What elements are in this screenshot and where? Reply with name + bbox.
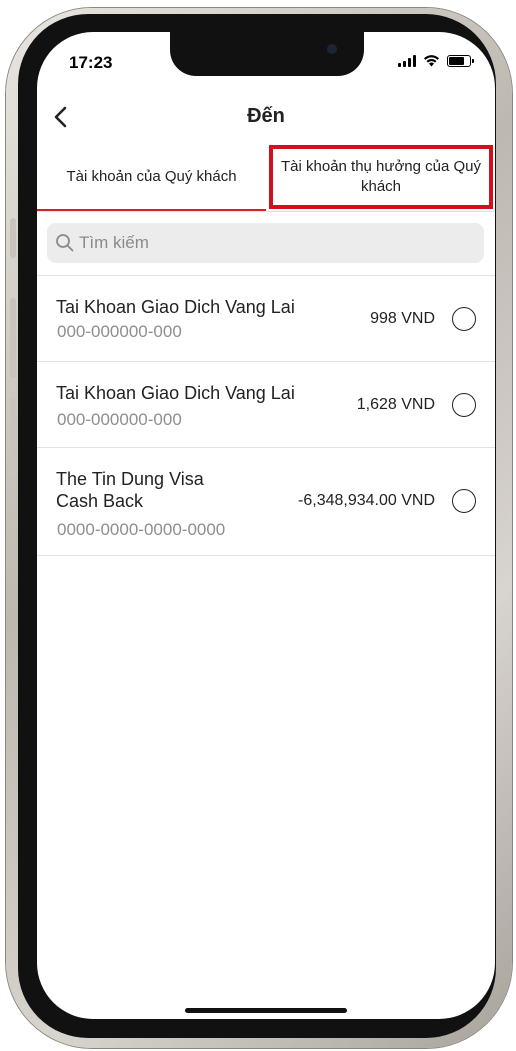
nav-bar: Đến [37,96,495,136]
account-balance: -6,348,934.00 VND [298,492,435,509]
tab-beneficiary-accounts[interactable]: Tài khoản thụ hưởng của Quý khách [269,145,493,209]
status-icons [398,54,474,67]
home-indicator [185,1008,347,1013]
account-number: 000-000000-000 [57,322,182,341]
account-balance: 1,628 VND [356,396,435,413]
battery-icon [447,54,474,67]
search-bar[interactable] [47,223,484,263]
account-row[interactable]: Tai Khoan Giao Dich Vang Lai 000-000000-… [37,276,495,362]
search-input[interactable] [79,233,459,253]
mute-switch [10,218,16,258]
notch [170,32,364,76]
volume-down-button [10,398,16,478]
search-icon [56,234,74,252]
camera-dot [327,44,337,54]
tab-own-accounts[interactable]: Tài khoản của Quý khách [37,145,266,211]
signal-icon [398,54,416,67]
page-title: Đến [247,105,285,127]
tab-bar: Tài khoản của Quý khách Tài khoản thụ hư… [37,145,495,212]
account-name: Tai Khoan Giao Dich Vang Lai [56,297,295,317]
account-row[interactable]: The Tin Dung Visa Cash Back 0000-0000-00… [37,448,495,556]
account-number: 0000-0000-0000-0000 [57,520,226,539]
select-radio[interactable] [452,489,476,513]
status-time: 17:23 [69,53,113,72]
select-radio[interactable] [452,393,476,417]
select-radio[interactable] [452,307,476,331]
account-balance: 998 VND [370,310,435,327]
account-name: The Tin Dung Visa Cash Back [56,469,204,511]
account-row[interactable]: Tai Khoan Giao Dich Vang Lai 000-000000-… [37,362,495,448]
account-name: Tai Khoan Giao Dich Vang Lai [56,383,295,403]
account-list: Tai Khoan Giao Dich Vang Lai 000-000000-… [37,275,495,556]
wifi-icon [424,55,439,67]
account-number: 000-000000-000 [57,410,182,429]
volume-up-button [10,298,16,378]
screen: 17:23 Đến Tài khoản của Quý khách Tài kh… [37,32,495,1019]
